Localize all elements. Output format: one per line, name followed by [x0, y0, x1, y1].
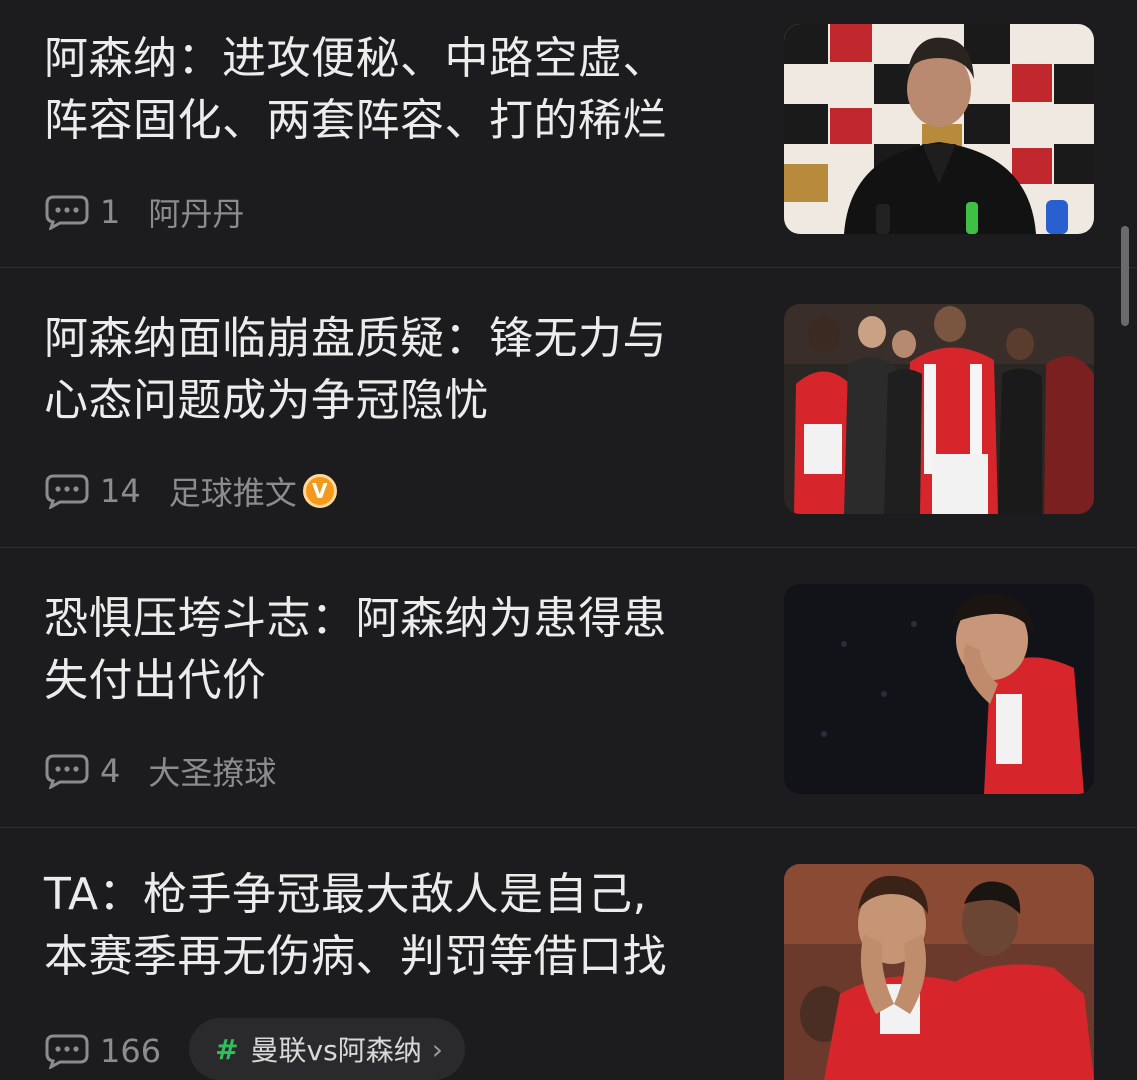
comment-icon [44, 1033, 90, 1071]
verified-badge-icon: V [302, 474, 337, 508]
comment-count: 166 [100, 1032, 162, 1070]
article-meta: 166 # 曼联vs阿森纳 › [44, 1018, 465, 1080]
news-feed: 阿森纳：进攻便秘、中路空虚、 阵容固化、两套阵容、打的稀烂 1 阿丹丹 阿森纳面… [0, 0, 1137, 1080]
article-title-line: 阿森纳面临崩盘质疑：锋无力与 [44, 313, 667, 364]
scrollbar[interactable] [1121, 226, 1129, 326]
author-name[interactable]: 大圣撩球 [148, 748, 276, 794]
dejected-player-photo[interactable] [784, 584, 1094, 794]
article-title[interactable]: TA：枪手争冠最大敌人是自己, 本赛季再无伤病、判罚等借口找 [44, 864, 734, 988]
players-despair-photo[interactable] [784, 864, 1094, 1080]
article-title-line: 心态问题成为争冠隐忧 [44, 375, 489, 426]
article-title-line: TA：枪手争冠最大敌人是自己, [44, 869, 648, 920]
article-meta: 14 足球推文 V [44, 469, 337, 513]
topic-tag[interactable]: # 曼联vs阿森纳 › [189, 1018, 465, 1080]
author-name[interactable]: 足球推文 [169, 468, 297, 514]
comment-icon [44, 473, 90, 511]
comment-count: 4 [100, 752, 121, 790]
author-name[interactable]: 阿丹丹 [148, 189, 244, 235]
hashtag-icon: # [215, 1032, 239, 1066]
article-meta: 4 大圣撩球 [44, 749, 276, 793]
article-title[interactable]: 阿森纳：进攻便秘、中路空虚、 阵容固化、两套阵容、打的稀烂 [44, 28, 734, 152]
article-title-line: 阵容固化、两套阵容、打的稀烂 [44, 95, 667, 146]
press-conference-photo[interactable] [784, 24, 1094, 234]
comment-icon [44, 194, 90, 232]
article-meta: 1 阿丹丹 [44, 190, 244, 234]
article-title[interactable]: 阿森纳面临崩盘质疑：锋无力与 心态问题成为争冠隐忧 [44, 308, 734, 432]
comment-count: 1 [100, 193, 121, 231]
article-title-line: 阿森纳：进攻便秘、中路空虚、 [44, 33, 667, 84]
players-on-pitch-photo[interactable] [784, 304, 1094, 514]
article-title-line: 恐惧压垮斗志：阿森纳为患得患 [44, 593, 667, 644]
comment-icon [44, 753, 90, 791]
article-title-line: 本赛季再无伤病、判罚等借口找 [44, 931, 667, 982]
chevron-right-icon: › [431, 1032, 443, 1066]
article-title-line: 失付出代价 [44, 655, 267, 706]
topic-label: 曼联vs阿森纳 [250, 1034, 422, 1067]
comment-count: 14 [100, 472, 141, 510]
article-title[interactable]: 恐惧压垮斗志：阿森纳为患得患 失付出代价 [44, 588, 734, 712]
